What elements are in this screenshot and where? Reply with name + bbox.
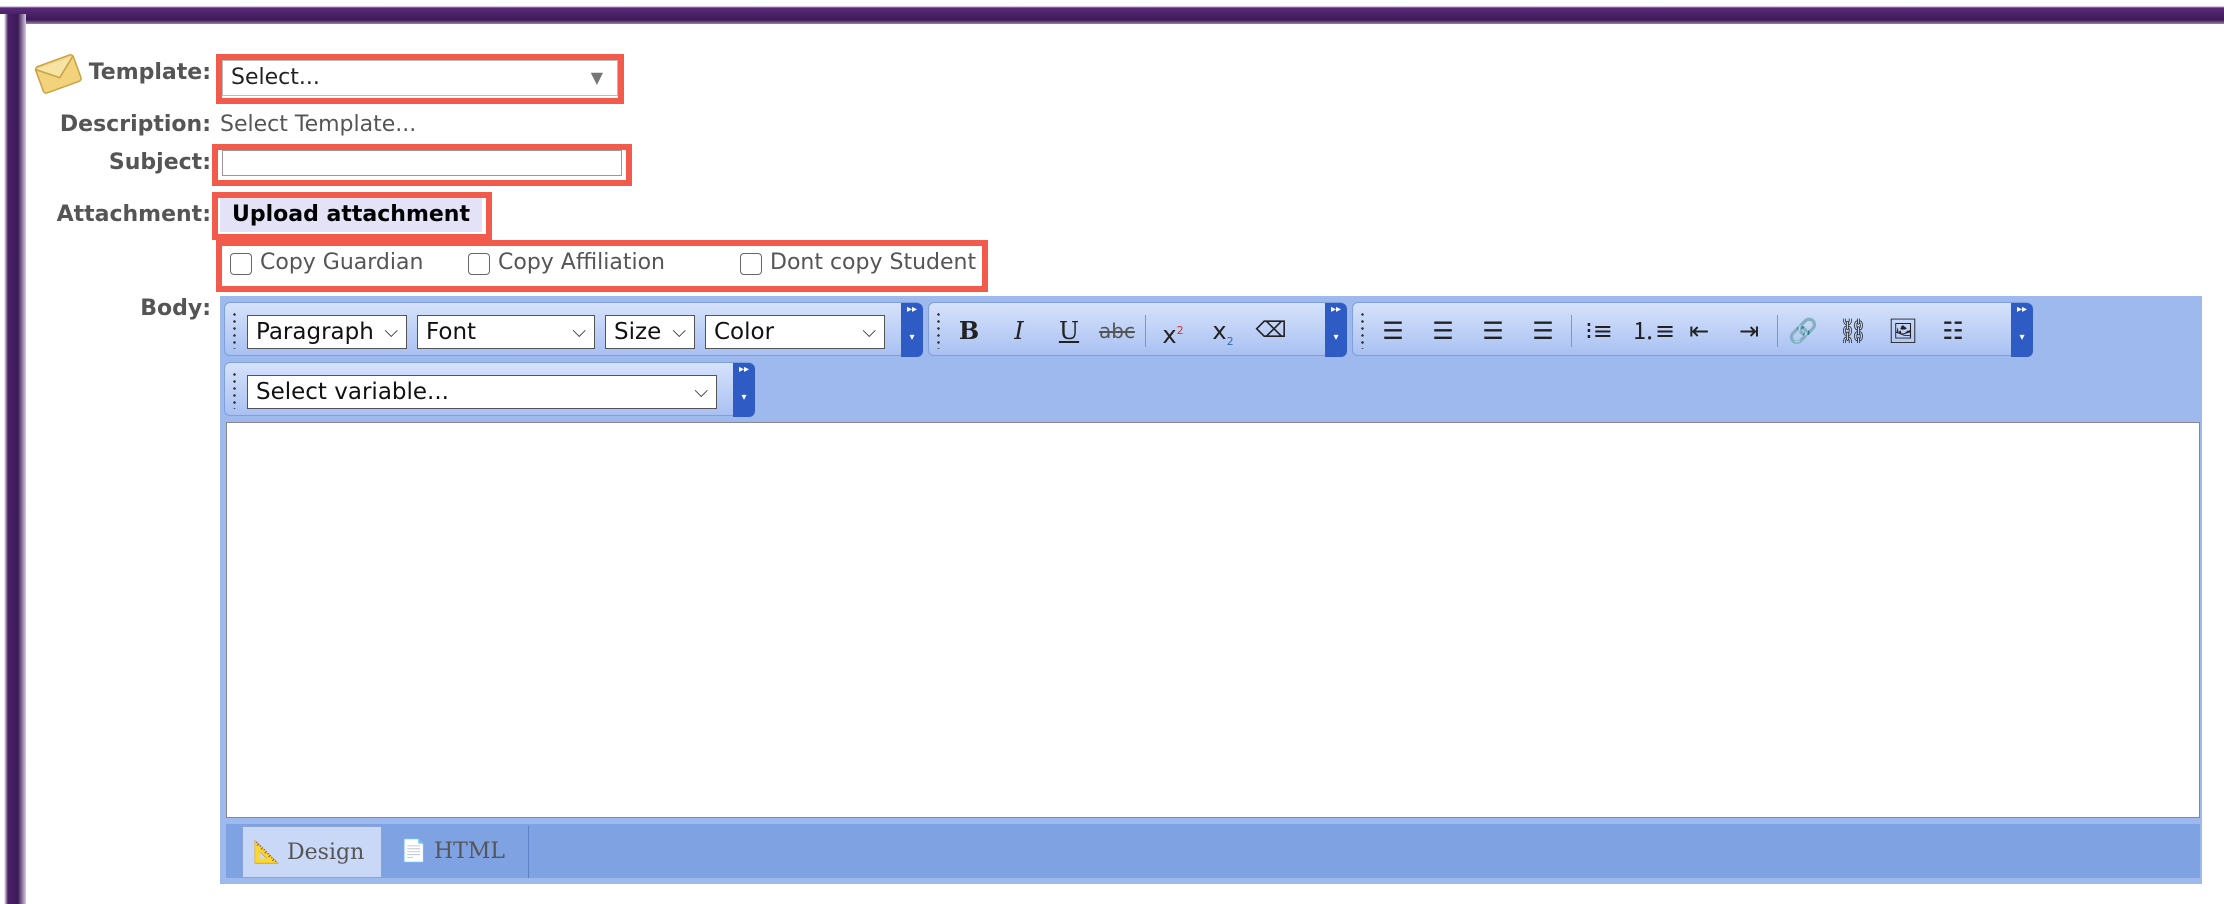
strikethrough-icon[interactable]: abc xyxy=(1099,313,1135,349)
attachment-label: Attachment: xyxy=(56,202,211,227)
toolbar-grip-icon[interactable] xyxy=(937,311,940,349)
dont-copy-student-label: Dont copy Student xyxy=(770,250,977,275)
unlink-icon[interactable]: ⛓ xyxy=(1835,313,1871,349)
align-right-icon[interactable]: ☰ xyxy=(1425,313,1461,349)
toolbar-separator xyxy=(1145,315,1146,347)
paragraph-toolbar: ☰ ☰ ☰ ☰ ⁝≡ ⒈≡ ⇤ ⇥ 🔗 ⛓ 🖼 ☷ ▸▸ ▾ xyxy=(1352,302,2033,357)
envelope-icon xyxy=(34,54,82,94)
toolbar-grip-icon[interactable] xyxy=(1361,311,1364,349)
checkbox-box[interactable] xyxy=(740,253,762,275)
text-style-toolbar: B I U abc x2 x2 ⌫ ▸▸ ▾ xyxy=(928,302,1347,357)
italic-icon[interactable]: I xyxy=(1001,313,1037,349)
horizontal-rule-icon[interactable]: ☷ xyxy=(1935,313,1971,349)
eraser-icon[interactable]: ⌫ xyxy=(1253,313,1289,349)
toolbar-separator xyxy=(1777,315,1778,347)
chevron-down-icon: ⌵ xyxy=(672,321,686,342)
editor-mode-tabs: 📐 Design 📄 HTML xyxy=(226,824,2200,878)
numbered-list-icon[interactable]: ⒈≡ xyxy=(1631,313,1675,349)
subscript-icon[interactable]: x2 xyxy=(1205,313,1241,349)
toolbar-grip-icon[interactable] xyxy=(233,311,236,349)
underline-icon[interactable]: U xyxy=(1051,313,1087,349)
indent-icon[interactable]: ⇥ xyxy=(1731,313,1767,349)
window-frame-left xyxy=(0,14,26,904)
align-left-icon[interactable]: ☰ xyxy=(1375,313,1411,349)
tab-html[interactable]: 📄 HTML xyxy=(386,826,529,878)
copy-guardian-label: Copy Guardian xyxy=(260,250,424,275)
size-dropdown[interactable]: Size ⌵ xyxy=(605,315,695,349)
design-icon: 📐 xyxy=(253,840,281,865)
variable-dropdown-value: Select variable... xyxy=(256,379,449,405)
format-toolbar: Paragraph ⌵ Font ⌵ Size ⌵ Color ⌵ ▸▸ ▾ xyxy=(224,302,923,357)
color-dropdown-value: Color xyxy=(714,319,775,345)
html-icon: 📄 xyxy=(400,839,428,864)
toolbar-options-icon[interactable]: ▸▸ ▾ xyxy=(733,363,755,417)
copy-affiliation-checkbox[interactable]: Copy Affiliation xyxy=(468,250,665,275)
description-value: Select Template... xyxy=(220,112,417,137)
tab-html-label: HTML xyxy=(434,839,505,864)
toolbar-grip-icon[interactable] xyxy=(233,371,236,409)
variable-dropdown[interactable]: Select variable... ⌵ xyxy=(247,375,717,409)
variable-toolbar: Select variable... ⌵ ▸▸ ▾ xyxy=(224,362,755,417)
dropdown-arrow-icon: ▼ xyxy=(590,68,603,87)
body-label: Body: xyxy=(140,296,211,321)
align-center-icon[interactable]: ☰ xyxy=(1475,313,1511,349)
insert-link-icon[interactable]: 🔗 xyxy=(1785,313,1821,349)
dont-copy-student-checkbox[interactable]: Dont copy Student xyxy=(740,250,976,275)
checkbox-box[interactable] xyxy=(468,253,490,275)
font-dropdown-value: Font xyxy=(426,319,477,345)
subject-label: Subject: xyxy=(108,150,211,175)
insert-image-icon[interactable]: 🖼 xyxy=(1885,313,1921,349)
outdent-icon[interactable]: ⇤ xyxy=(1681,313,1717,349)
justify-icon[interactable]: ☰ xyxy=(1525,313,1561,349)
toolbar-options-icon[interactable]: ▸▸ ▾ xyxy=(2011,303,2033,357)
template-select[interactable]: Select... ▼ xyxy=(222,60,618,96)
paragraph-dropdown-value: Paragraph xyxy=(256,319,374,345)
template-label: Template: xyxy=(88,60,211,85)
copy-guardian-checkbox[interactable]: Copy Guardian xyxy=(230,250,423,275)
window-frame-top xyxy=(0,0,2224,26)
color-dropdown[interactable]: Color ⌵ xyxy=(705,315,885,349)
superscript-icon[interactable]: x2 xyxy=(1155,313,1191,349)
size-dropdown-value: Size xyxy=(614,319,662,345)
chevron-down-icon: ⌵ xyxy=(862,321,876,342)
tab-design[interactable]: 📐 Design xyxy=(242,826,382,878)
copy-affiliation-label: Copy Affiliation xyxy=(498,250,665,275)
paragraph-dropdown[interactable]: Paragraph ⌵ xyxy=(247,315,407,349)
chevron-down-icon: ⌵ xyxy=(572,321,586,342)
bullet-list-icon[interactable]: ⁝≡ xyxy=(1581,313,1617,349)
description-label: Description: xyxy=(59,112,211,137)
editor-content-area[interactable] xyxy=(226,422,2200,818)
upload-attachment-button[interactable]: Upload attachment xyxy=(220,198,482,232)
template-select-value: Select... xyxy=(231,65,320,90)
chevron-down-icon: ⌵ xyxy=(694,381,708,402)
font-dropdown[interactable]: Font ⌵ xyxy=(417,315,595,349)
toolbar-options-icon[interactable]: ▸▸ ▾ xyxy=(901,303,923,357)
chevron-down-icon: ⌵ xyxy=(384,321,398,342)
toolbar-options-icon[interactable]: ▸▸ ▾ xyxy=(1325,303,1347,357)
tab-design-label: Design xyxy=(287,840,365,865)
checkbox-box[interactable] xyxy=(230,253,252,275)
bold-icon[interactable]: B xyxy=(951,313,987,349)
toolbar-separator xyxy=(1571,315,1572,347)
subject-input[interactable] xyxy=(222,150,622,176)
